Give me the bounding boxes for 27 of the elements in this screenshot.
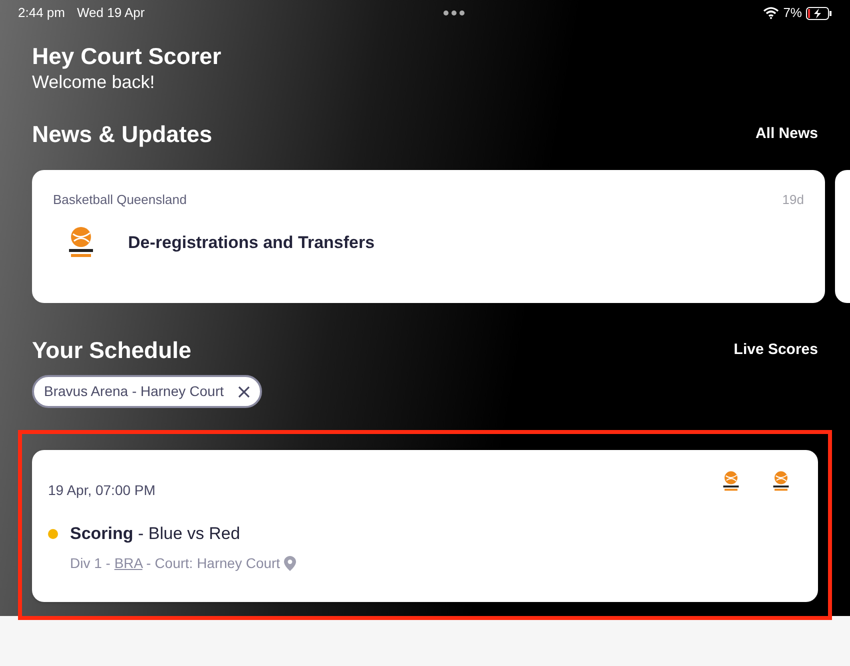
status-time: 2:44 pm bbox=[18, 4, 65, 22]
basketball-logo-icon bbox=[770, 470, 792, 492]
game-card[interactable]: 19 Apr, 07:00 PM Scoring - Blue vs Red Div 1 - BRA - Court: Harney Court bbox=[32, 450, 818, 602]
next-news-card[interactable] bbox=[835, 170, 850, 303]
close-icon[interactable] bbox=[238, 386, 250, 398]
battery-percent: 7% bbox=[783, 4, 802, 22]
more-dots-icon[interactable] bbox=[442, 10, 465, 16]
greeting-title: Hey Court Scorer bbox=[32, 42, 222, 71]
game-datetime: 19 Apr, 07:00 PM bbox=[48, 481, 156, 500]
greeting-subtitle: Welcome back! bbox=[32, 70, 156, 94]
live-scores-link[interactable]: Live Scores bbox=[734, 338, 818, 362]
game-details: Div 1 - BRA - Court: Harney Court bbox=[70, 554, 280, 573]
news-headline: De-registrations and Transfers bbox=[128, 232, 375, 254]
filter-label: Bravus Arena - Harney Court bbox=[44, 382, 224, 402]
wifi-icon bbox=[763, 7, 780, 19]
news-age: 19d bbox=[782, 190, 804, 209]
game-title: Scoring - Blue vs Red bbox=[70, 523, 240, 546]
section-title: News & Updates bbox=[32, 120, 212, 150]
battery-icon bbox=[806, 6, 832, 20]
news-source: Basketball Queensland bbox=[53, 190, 187, 209]
filter-chip[interactable]: Bravus Arena - Harney Court bbox=[32, 375, 262, 408]
section-title: Your Schedule bbox=[32, 336, 192, 365]
news-card[interactable]: Basketball Queensland 19d De-registrations and Transfers bbox=[32, 170, 825, 303]
basketball-logo-icon bbox=[720, 470, 742, 492]
all-news-link[interactable]: All News bbox=[755, 123, 818, 146]
status-date: Wed 19 Apr bbox=[76, 4, 145, 22]
location-pin-icon bbox=[284, 556, 296, 571]
